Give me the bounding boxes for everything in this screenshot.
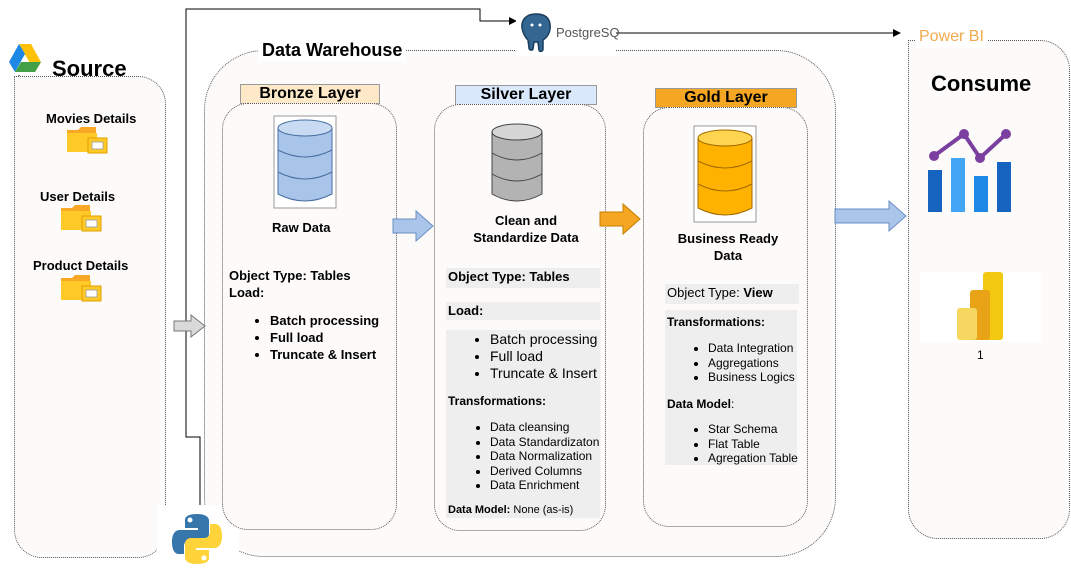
- list-item: Business Logics: [708, 370, 795, 385]
- powerbi-label: Power BI: [919, 28, 984, 45]
- list-item: Full load: [490, 348, 597, 365]
- powerbi-icon: [957, 272, 1003, 340]
- silver-transform-label: Transformations:: [448, 394, 547, 408]
- gold-object-type-value: View: [743, 285, 773, 300]
- source-item-products: Product Details: [33, 258, 129, 273]
- postgres-elephant-icon: [521, 13, 551, 53]
- list-item: Data Normalization: [490, 449, 599, 464]
- list-item: Truncate & Insert: [270, 346, 390, 363]
- gold-badge: Gold Layer: [655, 88, 797, 108]
- silver-model-label: Data Model:: [448, 504, 511, 516]
- silver-model-value: None (as-is): [510, 504, 574, 516]
- silver-database-icon: [491, 123, 543, 202]
- list-item: Batch processing: [270, 312, 390, 329]
- bronze-to-silver-arrow: [392, 209, 434, 243]
- gold-model-list: Star Schema Flat Table Agregation Table: [688, 422, 798, 466]
- source-item-movies: Movies Details: [46, 111, 137, 126]
- gold-data-model: Data Model:: [667, 397, 734, 411]
- source-item-users: User Details: [40, 189, 116, 204]
- gold-database-icon: [693, 125, 757, 223]
- bronze-badge: Bronze Layer: [240, 84, 380, 104]
- bronze-caption: Raw Data: [272, 220, 331, 235]
- gold-object-type-label: Object Type:: [667, 285, 744, 300]
- gold-model-label: Data Model: [667, 397, 732, 411]
- python-icon: [172, 514, 222, 564]
- gold-model-suffix: :: [731, 397, 735, 411]
- list-item: Data Enrichment: [490, 478, 599, 493]
- consume-title: Consume: [931, 71, 1032, 96]
- folder-icon: [67, 127, 108, 154]
- list-item: Aggregations: [708, 356, 795, 371]
- list-item: Data Standardizaton: [490, 435, 599, 450]
- list-item: Batch processing: [490, 331, 597, 348]
- bronze-load-label: Load:: [229, 285, 265, 300]
- warehouse-title: Data Warehouse: [258, 40, 407, 61]
- gold-transform-list: Data Integration Aggregations Business L…: [688, 341, 795, 385]
- source-title: Source: [52, 56, 127, 81]
- google-drive-icon: [9, 44, 41, 72]
- bronze-database-icon: [273, 115, 337, 209]
- postgres-label: PostgreSQ: [556, 25, 620, 40]
- list-item: Data Integration: [708, 341, 795, 356]
- list-item: Data cleansing: [490, 420, 599, 435]
- gold-to-consume-arrow: [834, 199, 907, 233]
- analytics-chart-icon: [928, 129, 1011, 212]
- bronze-load-list: Batch processing Full load Truncate & In…: [250, 312, 390, 363]
- silver-badge: Silver Layer: [455, 85, 597, 105]
- source-to-bronze-arrow: [173, 313, 206, 339]
- folder-icon: [61, 275, 102, 302]
- silver-load-list: Batch processing Full load Truncate & In…: [470, 331, 597, 382]
- list-item: Truncate & Insert: [490, 365, 597, 382]
- gold-caption: Business Ready Data: [677, 231, 779, 263]
- silver-to-gold-arrow: [599, 202, 641, 236]
- list-item: Agregation Table: [708, 451, 798, 466]
- silver-load-label: Load:: [446, 302, 600, 320]
- powerbi-caption: 1: [977, 348, 984, 362]
- silver-data-model: Data Model: None (as-is): [448, 504, 573, 516]
- gold-object-type: Object Type: View: [665, 284, 799, 304]
- folder-icon: [61, 205, 102, 232]
- list-item: Derived Columns: [490, 464, 599, 479]
- silver-caption: Clean and Standardize Data: [473, 213, 579, 245]
- list-item: Full load: [270, 329, 390, 346]
- silver-transform-list: Data cleansing Data Standardizaton Data …: [470, 420, 599, 493]
- gold-transform-label: Transformations:: [667, 315, 766, 329]
- bronze-object-type: Object Type: Tables: [229, 268, 351, 283]
- list-item: Flat Table: [708, 437, 798, 452]
- silver-object-type: Object Type: Tables: [446, 268, 600, 288]
- list-item: Star Schema: [708, 422, 798, 437]
